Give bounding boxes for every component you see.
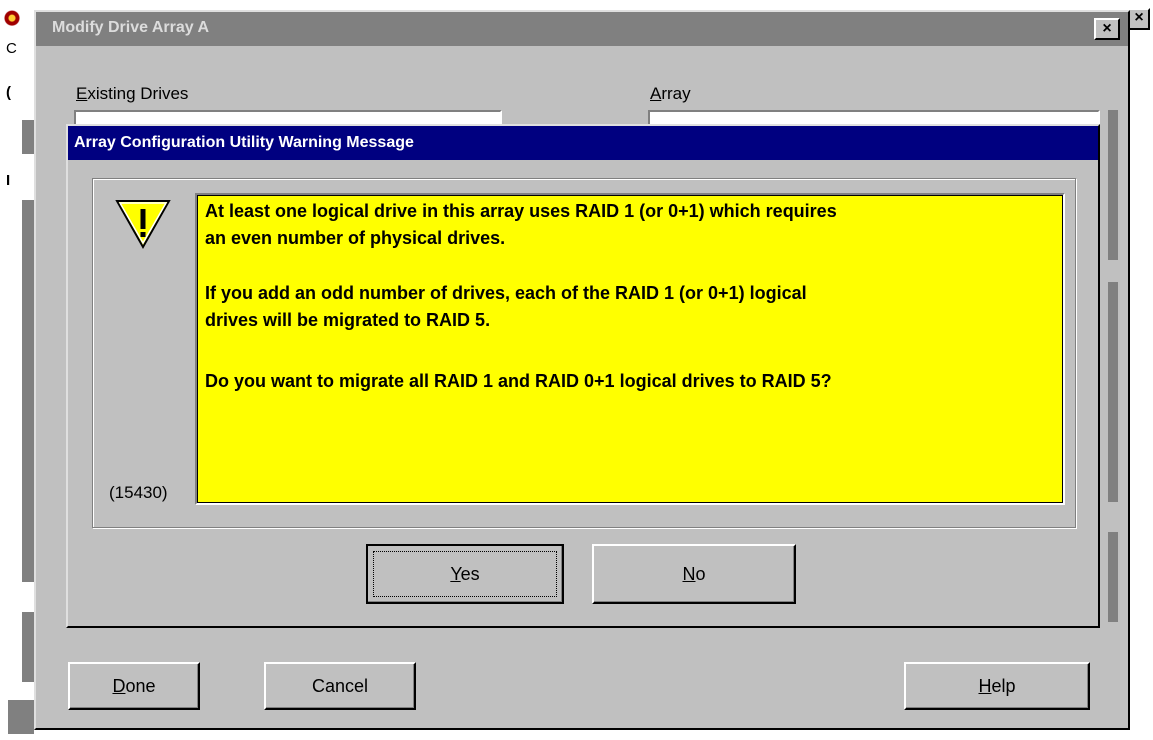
array-label: Array bbox=[650, 84, 691, 104]
help-button[interactable]: Help bbox=[904, 662, 1090, 710]
array-label-text: rray bbox=[661, 84, 691, 103]
mnemonic-letter: D bbox=[112, 675, 126, 696]
message-line: drives will be migrated to RAID 5. bbox=[205, 310, 491, 330]
modify-window-title: Modify Drive Array A bbox=[52, 19, 210, 36]
close-icon: × bbox=[1102, 20, 1112, 37]
existing-drives-label-text: xisting Drives bbox=[87, 84, 189, 103]
cancel-button-label: Cancel bbox=[311, 675, 369, 696]
warning-group-box: At least one logical drive in this array… bbox=[92, 178, 1076, 528]
background-panel-fragment-2 bbox=[8, 700, 34, 734]
background-label-fragment: ( bbox=[6, 84, 11, 101]
array-label-mnemonic: A bbox=[650, 84, 662, 103]
done-button-label: Done bbox=[112, 675, 156, 696]
background-menu-fragment[interactable]: C bbox=[6, 40, 17, 57]
close-button[interactable]: × bbox=[1094, 18, 1120, 40]
right-panel-edge bbox=[1108, 110, 1118, 260]
background-label-fragment-2: I bbox=[6, 172, 11, 189]
mnemonic-letter: H bbox=[978, 675, 992, 696]
background-panel-fragment bbox=[22, 612, 34, 682]
no-button-label: No bbox=[682, 563, 706, 584]
help-button-label: Help bbox=[978, 675, 1016, 696]
warning-titlebar[interactable]: Array Configuration Utility Warning Mess… bbox=[68, 126, 1098, 160]
warning-title: Array Configuration Utility Warning Mess… bbox=[74, 134, 414, 151]
message-line: Do you want to migrate all RAID 1 and RA… bbox=[205, 371, 832, 391]
mnemonic-letter: N bbox=[682, 563, 696, 584]
message-line: If you add an odd number of drives, each… bbox=[205, 283, 807, 303]
focus-ring bbox=[373, 551, 557, 597]
existing-drives-label-mnemonic: E bbox=[76, 84, 88, 103]
yes-button[interactable]: Yes bbox=[366, 544, 564, 604]
background-list-fragment bbox=[22, 120, 34, 154]
message-line: an even number of physical drives. bbox=[205, 228, 506, 248]
right-panel-edge-3 bbox=[1108, 532, 1118, 622]
message-line: At least one logical drive in this array… bbox=[205, 201, 837, 221]
app-icon bbox=[4, 10, 20, 28]
warning-message-box: At least one logical drive in this array… bbox=[195, 193, 1065, 505]
warning-triangle-icon bbox=[115, 200, 171, 250]
background-close-button[interactable]: × bbox=[1128, 8, 1150, 30]
done-button[interactable]: Done bbox=[68, 662, 200, 710]
right-panel-edge-2 bbox=[1108, 282, 1118, 502]
cancel-button[interactable]: Cancel bbox=[264, 662, 416, 710]
modify-window-titlebar[interactable]: Modify Drive Array A × bbox=[36, 12, 1128, 46]
warning-dialog: Array Configuration Utility Warning Mess… bbox=[66, 124, 1100, 628]
no-button[interactable]: No bbox=[592, 544, 796, 604]
message-code: (15430) bbox=[109, 483, 168, 502]
existing-drives-label: Existing Drives bbox=[76, 84, 188, 104]
background-list-fragment-2 bbox=[22, 200, 34, 582]
